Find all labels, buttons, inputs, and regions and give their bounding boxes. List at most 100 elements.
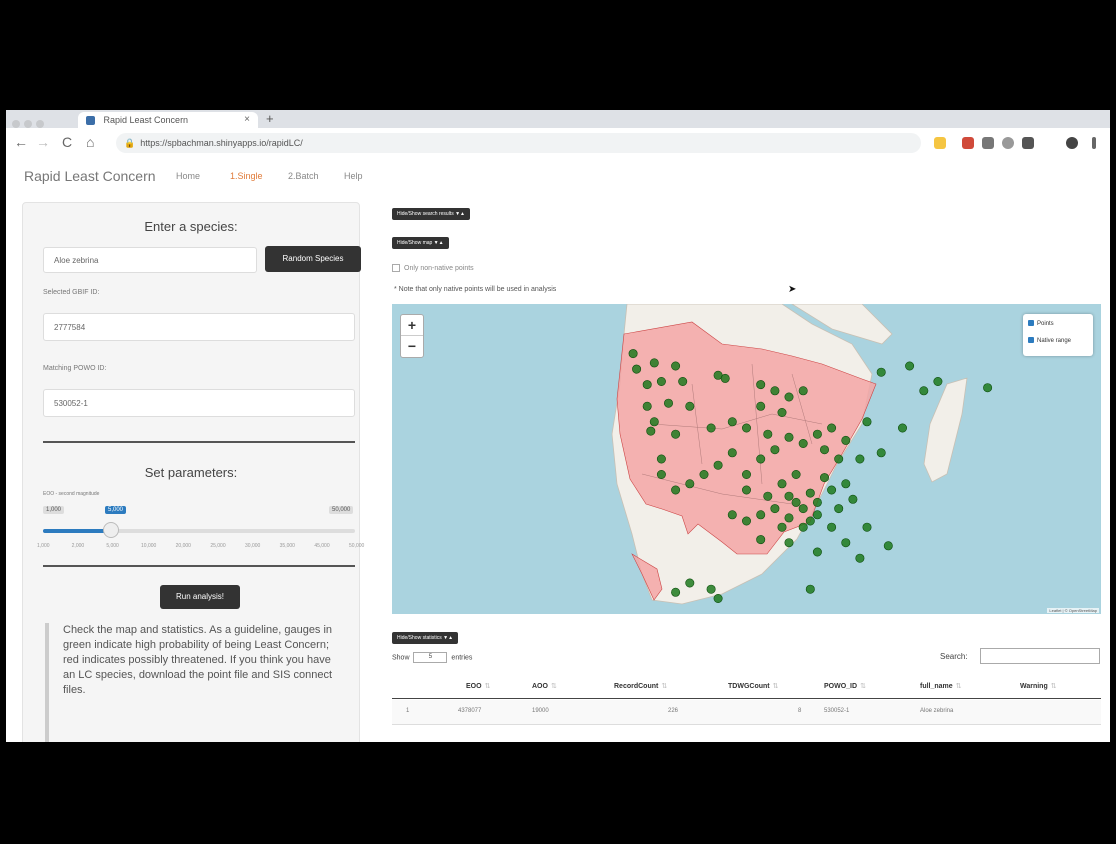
powo-id-field[interactable]: 530052-1 — [43, 389, 355, 417]
occurrence-point[interactable] — [642, 401, 652, 411]
occurrence-point[interactable] — [784, 513, 794, 523]
occurrence-point[interactable] — [713, 460, 723, 470]
occurrence-point[interactable] — [805, 516, 815, 526]
occurrence-point[interactable] — [756, 535, 766, 545]
toggle-statistics-button[interactable]: Hide/Show statistics ▼▲ — [392, 632, 459, 644]
nav-home[interactable]: Home — [176, 171, 200, 181]
random-species-button[interactable]: Random Species — [265, 246, 361, 272]
occurrence-point[interactable] — [798, 522, 808, 532]
occurrence-point[interactable] — [777, 522, 787, 532]
menu-icon[interactable] — [1092, 137, 1096, 149]
column-header[interactable]: AOO ⇅ — [532, 682, 557, 690]
occurrence-point[interactable] — [819, 473, 829, 483]
zoom-in-button[interactable]: + — [401, 315, 423, 336]
occurrence-point[interactable] — [798, 386, 808, 396]
run-analysis-button[interactable]: Run analysis! — [160, 585, 240, 609]
occurrence-point[interactable] — [741, 516, 751, 526]
extension-icon[interactable] — [982, 137, 994, 149]
address-bar[interactable]: 🔒 https://spbachman.shinyapps.io/rapidLC/ — [116, 133, 921, 153]
occurrence-point[interactable] — [791, 470, 801, 480]
occurrence-point[interactable] — [798, 439, 808, 449]
occurrence-point[interactable] — [834, 504, 844, 514]
app-brand[interactable]: Rapid Least Concern — [24, 168, 156, 184]
toggle-map-button[interactable]: Hide/Show map ▼▲ — [392, 237, 449, 249]
map-attribution[interactable]: Leaflet | © OpenStreetMap — [1047, 608, 1099, 613]
window-controls[interactable] — [12, 115, 52, 128]
occurrence-point[interactable] — [798, 504, 808, 514]
close-tab-icon[interactable]: × — [244, 112, 250, 128]
occurrence-point[interactable] — [876, 448, 886, 458]
new-tab-icon[interactable]: + — [266, 111, 274, 126]
gbif-id-field[interactable]: 2777584 — [43, 313, 355, 341]
occurrence-point[interactable] — [741, 423, 751, 433]
occurrence-point[interactable] — [855, 553, 865, 563]
sort-icon[interactable]: ⇅ — [956, 683, 962, 690]
column-header[interactable]: POWO_ID ⇅ — [824, 682, 866, 690]
occurrence-point[interactable] — [649, 417, 659, 427]
occurrence-point[interactable] — [919, 386, 929, 396]
occurrence-point[interactable] — [741, 470, 751, 480]
occurrence-point[interactable] — [855, 454, 865, 464]
occurrence-point[interactable] — [770, 386, 780, 396]
occurrence-point[interactable] — [784, 432, 794, 442]
occurrence-point[interactable] — [883, 541, 893, 551]
occurrence-point[interactable] — [671, 587, 681, 597]
occurrence-point[interactable] — [841, 538, 851, 548]
occurrence-point[interactable] — [827, 423, 837, 433]
checkbox-icon[interactable] — [392, 264, 400, 272]
occurrence-point[interactable] — [656, 454, 666, 464]
occurrence-point[interactable] — [685, 401, 695, 411]
occurrence-point[interactable] — [812, 547, 822, 557]
occurrence-point[interactable] — [862, 417, 872, 427]
sort-icon[interactable]: ⇅ — [661, 683, 667, 690]
occurrence-point[interactable] — [671, 485, 681, 495]
occurrence-point[interactable] — [727, 448, 737, 458]
species-map[interactable]: + − Points Native range Leaflet | © Open… — [392, 304, 1101, 614]
only-native-checkbox[interactable]: Only non-native points — [392, 264, 474, 272]
browser-tab[interactable]: Rapid Least Concern × — [78, 112, 258, 128]
occurrence-point[interactable] — [763, 491, 773, 501]
sort-icon[interactable]: ⇅ — [773, 683, 779, 690]
occurrence-point[interactable] — [777, 479, 787, 489]
occurrence-point[interactable] — [812, 510, 822, 520]
occurrence-point[interactable] — [848, 494, 858, 504]
occurrence-point[interactable] — [713, 593, 723, 603]
occurrence-point[interactable] — [933, 377, 943, 387]
occurrence-point[interactable] — [706, 584, 716, 594]
occurrence-point[interactable] — [632, 364, 642, 374]
occurrence-point[interactable] — [756, 454, 766, 464]
occurrence-point[interactable] — [763, 429, 773, 439]
home-icon[interactable]: ⌂ — [86, 134, 94, 150]
occurrence-point[interactable] — [805, 584, 815, 594]
map-canvas[interactable] — [392, 304, 1101, 614]
toggle-search-results-button[interactable]: Hide/Show search results ▼▲ — [392, 208, 470, 220]
occurrence-point[interactable] — [685, 578, 695, 588]
occurrence-point[interactable] — [905, 361, 915, 371]
table-search-input[interactable] — [980, 648, 1100, 664]
slider-track[interactable] — [43, 529, 355, 533]
table-row[interactable]: 1 4378077 19000 226 8 530052-1 Aloe zebr… — [392, 700, 1101, 725]
legend-points[interactable]: Points — [1023, 317, 1093, 331]
occurrence-point[interactable] — [812, 429, 822, 439]
column-header[interactable]: full_name ⇅ — [920, 682, 962, 690]
occurrence-point[interactable] — [671, 429, 681, 439]
occurrence-point[interactable] — [706, 423, 716, 433]
zoom-out-button[interactable]: − — [401, 336, 423, 356]
occurrence-point[interactable] — [685, 479, 695, 489]
profile-avatar[interactable] — [1066, 137, 1078, 149]
occurrence-point[interactable] — [819, 445, 829, 455]
sort-icon[interactable]: ⇅ — [551, 683, 557, 690]
occurrence-point[interactable] — [671, 361, 681, 371]
occurrence-point[interactable] — [656, 470, 666, 480]
occurrence-point[interactable] — [646, 426, 656, 436]
occurrence-point[interactable] — [876, 367, 886, 377]
occurrence-point[interactable] — [770, 445, 780, 455]
occurrence-point[interactable] — [642, 380, 652, 390]
sort-icon[interactable]: ⇅ — [1051, 683, 1057, 690]
occurrence-point[interactable] — [678, 377, 688, 387]
forward-icon[interactable]: → — [36, 134, 50, 150]
occurrence-point[interactable] — [699, 470, 709, 480]
sort-icon[interactable]: ⇅ — [860, 683, 866, 690]
occurrence-point[interactable] — [841, 479, 851, 489]
occurrence-point[interactable] — [756, 401, 766, 411]
